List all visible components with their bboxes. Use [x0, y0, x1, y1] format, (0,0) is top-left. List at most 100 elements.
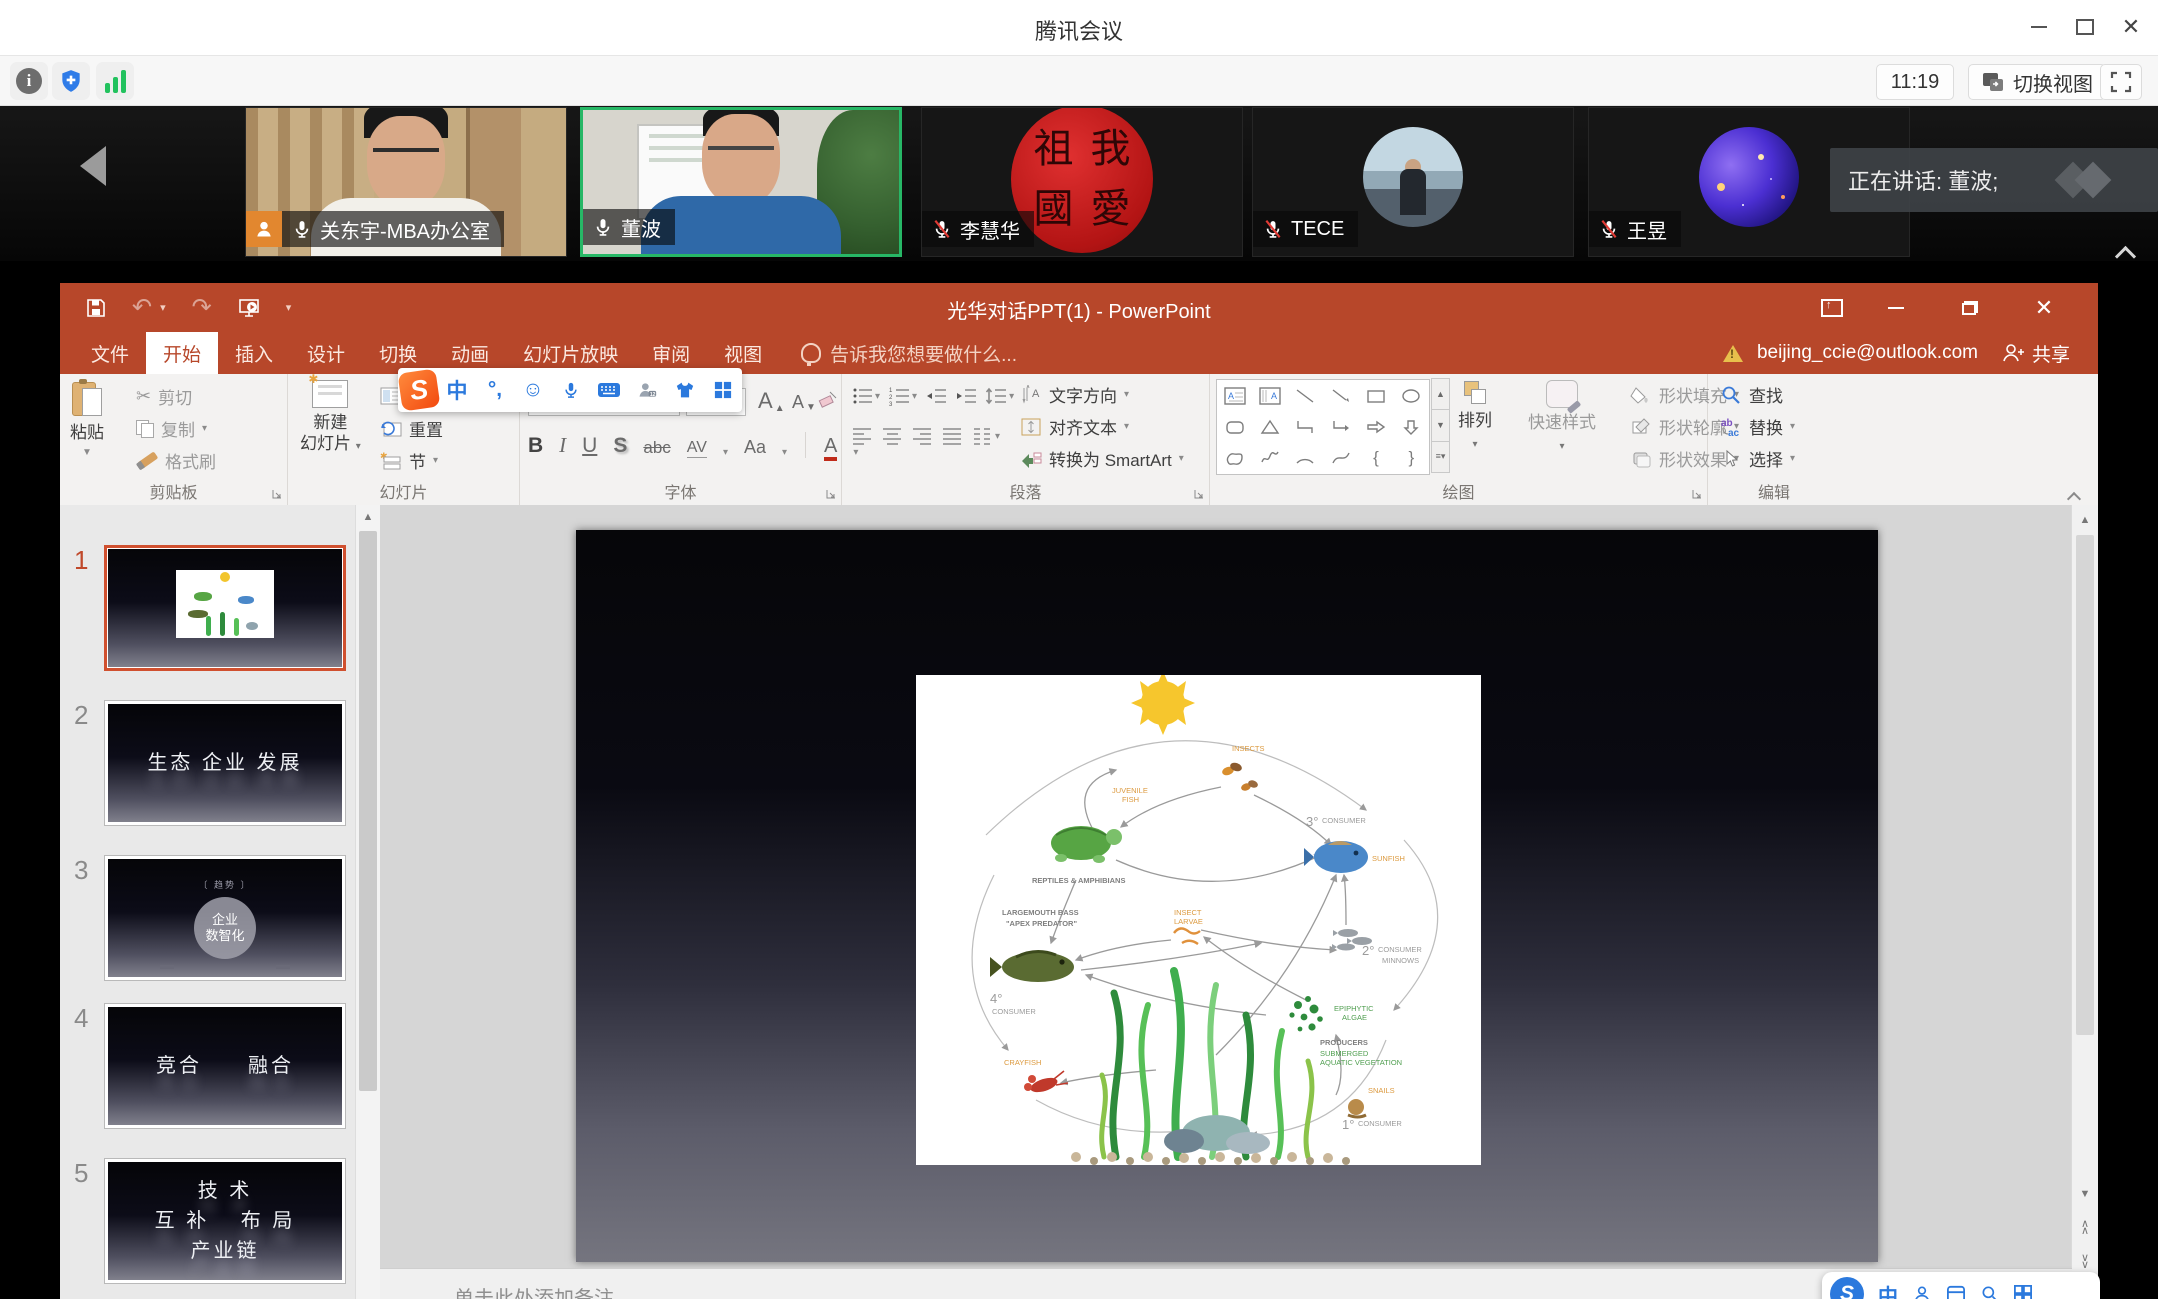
columns-button[interactable]: ▾ — [972, 426, 1000, 447]
shapes-gallery[interactable]: AA{} — [1216, 379, 1430, 475]
video-thumbnail[interactable]: 关东宇-MBA办公室 — [245, 107, 567, 257]
ribbon-display-options-button[interactable] — [1806, 283, 1858, 332]
scroll-up-button[interactable]: ▲ — [2072, 507, 2098, 533]
ime-chinese-mode-button[interactable]: 中 — [1878, 1280, 1898, 1299]
elbow-connector-shape[interactable] — [1288, 411, 1323, 442]
case-dropdown[interactable]: ▾ — [782, 447, 787, 458]
ime-voice-button[interactable] — [552, 380, 590, 400]
triangle-shape[interactable] — [1252, 411, 1287, 442]
curve-shape[interactable] — [1323, 443, 1358, 474]
drawing-dialog-launcher[interactable] — [1691, 488, 1703, 500]
elbow-arrow-connector-shape[interactable] — [1323, 411, 1358, 442]
align-center-button[interactable] — [882, 426, 903, 447]
collapse-strip-chevron[interactable] — [2116, 247, 2138, 259]
slide-thumbnail-item[interactable]: 4 竞合 融合 — [60, 1003, 380, 1129]
italic-button[interactable]: I — [559, 433, 566, 458]
ime-person-button[interactable] — [1912, 1284, 1932, 1299]
meeting-info-button[interactable]: i — [10, 62, 48, 100]
ecosystem-diagram-image[interactable]: INSECTSJUVENILEFISH3°CONSUMERSUNFISHREPT… — [916, 675, 1481, 1165]
change-case-button[interactable]: Aa — [744, 437, 766, 458]
vertical-scrollbar[interactable]: ▲ ▼ ∧∧ ∨∨ — [2071, 505, 2098, 1299]
video-thumbnail[interactable]: TECE — [1252, 107, 1574, 257]
sogou-logo-icon[interactable]: S — [398, 369, 441, 412]
cut-button[interactable]: ✂ 剪切 — [136, 384, 192, 409]
notes-pane[interactable]: 单击此处添加备注 — [380, 1268, 2072, 1299]
freeform-shape[interactable] — [1217, 443, 1252, 474]
tab-file[interactable]: 文件 — [74, 332, 146, 374]
spacing-dropdown[interactable]: ▾ — [723, 447, 728, 458]
share-button[interactable]: 共享 — [1992, 332, 2080, 374]
shapes-scroll-up[interactable]: ▲ — [1431, 378, 1450, 410]
quick-styles-button[interactable]: 快速样式▾ — [1528, 380, 1596, 455]
ppt-close-button[interactable]: ✕ — [2018, 283, 2070, 332]
justify-button[interactable] — [942, 426, 963, 447]
slide-editing-area[interactable]: INSECTSJUVENILEFISH3°CONSUMERSUNFISHREPT… — [380, 505, 2071, 1299]
arc-shape[interactable] — [1288, 443, 1323, 474]
slide-thumbnail[interactable]: 生态 企业 发展 — [104, 700, 346, 826]
fullscreen-button[interactable] — [2100, 64, 2142, 100]
clipboard-dialog-launcher[interactable] — [271, 488, 283, 500]
thumbnail-scrollbar[interactable]: ▲ — [355, 505, 380, 1299]
shapes-scroll-down[interactable]: ▼ — [1431, 409, 1450, 441]
thumbnail-scroll-thumb[interactable] — [359, 531, 377, 1091]
slide-canvas[interactable]: INSECTSJUVENILEFISH3°CONSUMERSUNFISHREPT… — [576, 530, 1878, 1262]
reset-button[interactable]: 重置 — [380, 416, 443, 441]
ime-keyboard-button[interactable] — [590, 381, 628, 399]
close-button[interactable]: ✕ — [2112, 12, 2150, 42]
font-color-button[interactable]: A — [824, 435, 837, 458]
find-button[interactable]: 查找 — [1720, 382, 1783, 407]
tab-ribbon-1[interactable]: 开始 — [146, 332, 218, 374]
shrink-font-button[interactable]: A▼ — [792, 392, 816, 413]
arrange-button[interactable]: 排列▾ — [1458, 380, 1492, 453]
right-brace-shape[interactable]: } — [1394, 443, 1429, 474]
font-dialog-launcher[interactable] — [825, 488, 837, 500]
ppt-restore-button[interactable] — [1944, 283, 1996, 332]
copy-button[interactable]: 复制▾ — [136, 416, 207, 441]
slide-thumbnail-item[interactable]: 1 — [60, 545, 380, 671]
down-arrow-shape[interactable] — [1394, 411, 1429, 442]
scroll-left-arrow[interactable] — [80, 146, 106, 186]
rounded-rectangle-shape[interactable] — [1217, 411, 1252, 442]
ime-panel-button[interactable] — [1946, 1285, 1966, 1299]
select-button[interactable]: 选择▾ — [1720, 446, 1795, 471]
ime-skin-button[interactable] — [666, 381, 704, 399]
slide-thumbnail[interactable]: 技 术互 补 布 局产业链 — [104, 1158, 346, 1284]
ppt-minimize-button[interactable] — [1870, 283, 1922, 332]
line-shape[interactable] — [1288, 380, 1323, 411]
textbox-shape[interactable]: A — [1217, 380, 1252, 411]
network-quality-button[interactable] — [96, 62, 134, 100]
scribble-shape[interactable] — [1252, 443, 1287, 474]
ime-lexicon-button[interactable]: 12 — [628, 380, 666, 400]
video-thumbnail[interactable]: 祖我國愛 李慧华 — [921, 107, 1243, 257]
bullets-button[interactable]: ▾ — [852, 386, 880, 407]
oval-shape[interactable] — [1394, 380, 1429, 411]
paste-button[interactable]: 粘贴▼ — [70, 380, 104, 458]
ime-search-button[interactable] — [1980, 1284, 2000, 1299]
slide-thumbnail-item[interactable]: 2 生态 企业 发展 — [60, 700, 380, 826]
tell-me-box[interactable]: 告诉我您想要做什么... — [801, 332, 1017, 374]
ime-grid-button[interactable] — [2014, 1285, 2032, 1299]
account-email[interactable]: beijing_ccie@outlook.com — [1757, 342, 1978, 364]
increase-indent-button[interactable] — [956, 386, 977, 407]
slide-thumbnail-item[interactable]: 5 技 术互 补 布 局产业链 — [60, 1158, 380, 1284]
align-right-button[interactable] — [912, 426, 933, 447]
underline-button[interactable]: U — [582, 434, 597, 458]
section-button[interactable]: ✱ 节▾ — [380, 448, 438, 473]
convert-smartart-button[interactable]: 转换为 SmartArt▾ — [1020, 446, 1184, 471]
format-painter-button[interactable]: 格式刷 — [136, 448, 216, 473]
maximize-button[interactable] — [2066, 12, 2104, 42]
video-thumbnail[interactable]: 董波 — [580, 107, 902, 257]
minimize-button[interactable] — [2020, 12, 2058, 42]
align-text-button[interactable]: 对齐文本▾ — [1020, 414, 1129, 439]
ime-chinese-mode-button[interactable]: 中 — [438, 375, 476, 405]
slide-thumbnail[interactable] — [104, 545, 346, 671]
shapes-more-button[interactable]: ≡▾ — [1431, 441, 1450, 473]
tab-ribbon-3[interactable]: 设计 — [290, 332, 362, 374]
sogou-logo-icon[interactable]: S — [1830, 1277, 1864, 1299]
ime-toolbox-button[interactable] — [704, 381, 742, 399]
security-button[interactable] — [52, 62, 90, 100]
paragraph-dialog-launcher[interactable] — [1193, 488, 1205, 500]
left-brace-shape[interactable]: { — [1358, 443, 1393, 474]
scroll-down-button[interactable]: ▼ — [2072, 1181, 2098, 1207]
text-direction-button[interactable]: A 文字方向▾ — [1020, 382, 1129, 407]
